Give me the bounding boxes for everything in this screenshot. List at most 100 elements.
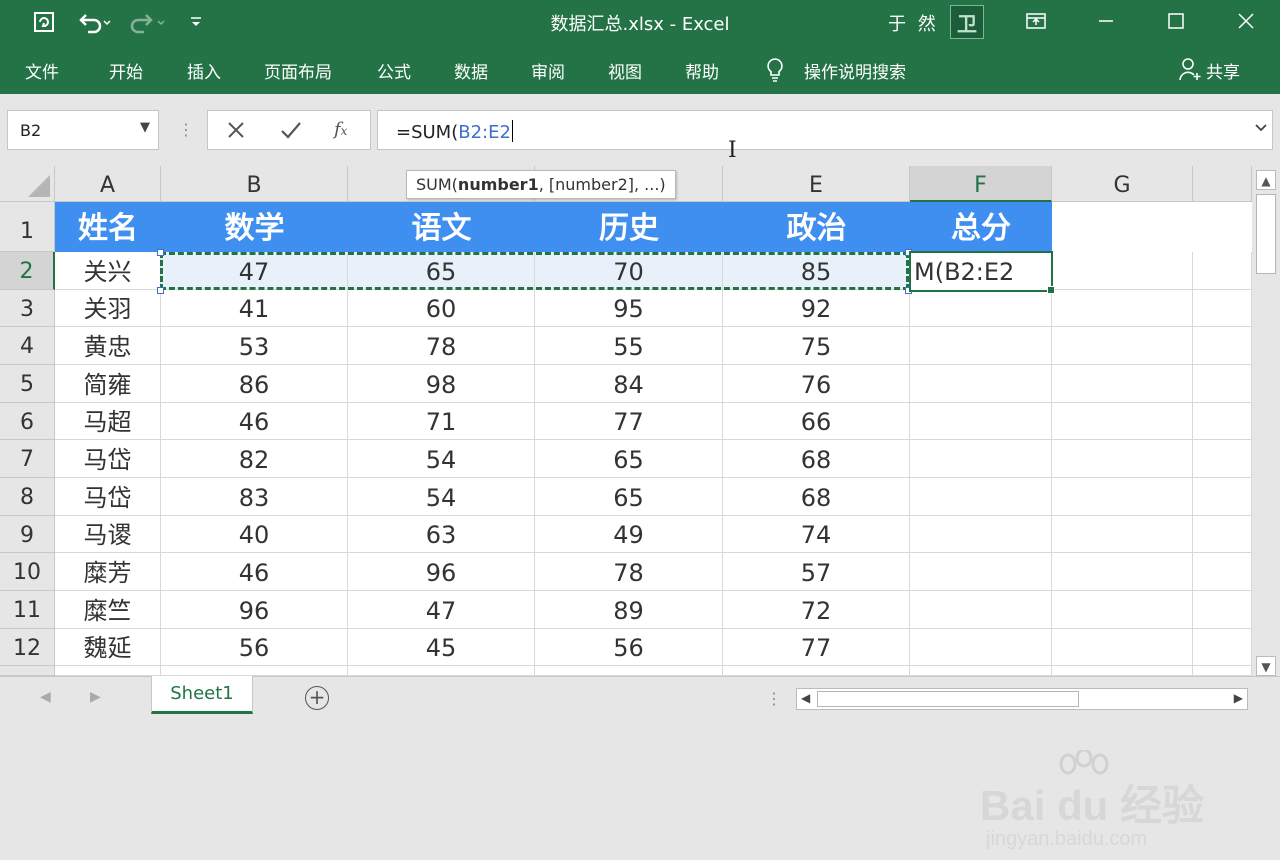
column-header-f[interactable]: F <box>910 166 1052 202</box>
cell-math-row-10[interactable]: 46 <box>161 553 348 591</box>
row-header-1[interactable]: 1 <box>0 202 55 252</box>
cell-history-row-9[interactable]: 49 <box>535 516 723 553</box>
cell-politics-row-7[interactable]: 68 <box>723 440 910 478</box>
row-header-6[interactable]: 6 <box>0 403 55 440</box>
cell-math-row-8[interactable]: 83 <box>161 478 348 516</box>
cell-history-row-2[interactable]: 70 <box>535 252 723 290</box>
cell-math-row-12[interactable]: 56 <box>161 629 348 666</box>
cell-history-row-6[interactable]: 77 <box>535 403 723 440</box>
cell-politics-row-9[interactable]: 74 <box>723 516 910 553</box>
cell-chinese-row-10[interactable]: 96 <box>348 553 535 591</box>
name-box[interactable]: B2 ▼ <box>7 110 159 150</box>
prev-sheet-icon[interactable]: ◀ <box>40 689 51 705</box>
cell-politics-row-5[interactable]: 76 <box>723 365 910 403</box>
cell-name-row-2[interactable]: 关兴 <box>55 252 161 290</box>
insert-function-icon[interactable]: fx <box>334 119 347 140</box>
column-header-a[interactable]: A <box>55 166 161 202</box>
cell-politics-row-8[interactable]: 68 <box>723 478 910 516</box>
tell-me-search[interactable]: 操作说明搜索 <box>804 58 906 83</box>
cell-g-row-10[interactable] <box>1052 553 1193 591</box>
cell-total-row-5[interactable] <box>910 365 1052 403</box>
column-header-b[interactable]: B <box>161 166 348 202</box>
cell-g-row-13[interactable] <box>1052 666 1193 676</box>
cell-math-row-2[interactable]: 47 <box>161 252 348 290</box>
tab-formulas[interactable]: 公式 <box>377 58 411 83</box>
add-sheet-icon[interactable]: + <box>305 686 329 710</box>
tab-review[interactable]: 审阅 <box>531 58 565 83</box>
cell-h-row-6[interactable] <box>1193 403 1252 440</box>
cell-total-row-8[interactable] <box>910 478 1052 516</box>
tab-home[interactable]: 开始 <box>109 58 143 83</box>
cell-chinese-row-4[interactable]: 78 <box>348 327 535 365</box>
cell-h-row-13[interactable] <box>1193 666 1252 676</box>
cell-name-row-12[interactable]: 魏延 <box>55 629 161 666</box>
cell-name-row-4[interactable]: 黄忠 <box>55 327 161 365</box>
header-cell-politics[interactable]: 政治 <box>723 202 910 252</box>
cell-total-row-6[interactable] <box>910 403 1052 440</box>
expand-formula-bar-icon[interactable] <box>1254 121 1268 137</box>
cell-math-row-5[interactable]: 86 <box>161 365 348 403</box>
row-header-2[interactable]: 2 <box>0 252 55 290</box>
cell-math-row-6[interactable]: 46 <box>161 403 348 440</box>
cell-g-row-9[interactable] <box>1052 516 1193 553</box>
undo-icon[interactable] <box>74 8 114 36</box>
scroll-up-icon[interactable]: ▲ <box>1256 170 1276 190</box>
cell-politics-row-12[interactable]: 77 <box>723 629 910 666</box>
row-header-8[interactable]: 8 <box>0 478 55 516</box>
scroll-left-icon[interactable]: ◀ <box>801 691 810 705</box>
cell-h-row-10[interactable] <box>1193 553 1252 591</box>
cell-total-row-11[interactable] <box>910 591 1052 629</box>
cell-chinese-row-7[interactable]: 54 <box>348 440 535 478</box>
select-all-button[interactable] <box>0 166 55 202</box>
cell-h-row-11[interactable] <box>1193 591 1252 629</box>
autosave-icon[interactable] <box>30 8 58 36</box>
fill-handle[interactable] <box>1047 286 1055 294</box>
tab-insert[interactable]: 插入 <box>187 58 221 83</box>
cell-h-row-9[interactable] <box>1193 516 1252 553</box>
cell-total-row-13[interactable] <box>910 666 1052 676</box>
cell-chinese-row-3[interactable]: 60 <box>348 290 535 327</box>
cell-chinese-row-5[interactable]: 98 <box>348 365 535 403</box>
scroll-right-icon[interactable]: ▶ <box>1234 691 1243 705</box>
horizontal-scroll-thumb[interactable] <box>817 691 1079 707</box>
cell-total-row-7[interactable] <box>910 440 1052 478</box>
scroll-down-icon[interactable]: ▼ <box>1256 656 1276 676</box>
cell-total-row-9[interactable] <box>910 516 1052 553</box>
cell-chinese-row-12[interactable]: 45 <box>348 629 535 666</box>
cell-total-row-3[interactable] <box>910 290 1052 327</box>
formula-bar-resize-handle[interactable]: ⋮ <box>178 120 194 139</box>
cell-politics-row-10[interactable]: 57 <box>723 553 910 591</box>
horizontal-scrollbar[interactable]: ◀ ▶ <box>796 688 1248 710</box>
cell-g-row-3[interactable] <box>1052 290 1193 327</box>
row-header-4[interactable]: 4 <box>0 327 55 365</box>
cell-name-row-7[interactable]: 马岱 <box>55 440 161 478</box>
tab-help[interactable]: 帮助 <box>685 58 719 83</box>
cell-math-row-9[interactable]: 40 <box>161 516 348 553</box>
cell-g-row-7[interactable] <box>1052 440 1193 478</box>
cell-history-row-13[interactable] <box>535 666 723 676</box>
cell-chinese-row-11[interactable]: 47 <box>348 591 535 629</box>
ribbon-display-options-icon[interactable] <box>1014 4 1058 38</box>
cell-name-row-10[interactable]: 糜芳 <box>55 553 161 591</box>
formula-input[interactable]: =SUM(B2:E2 <box>377 110 1273 150</box>
share-button[interactable]: 共享 <box>1206 58 1240 83</box>
customize-toolbar-icon[interactable] <box>186 8 206 36</box>
cell-h-row-12[interactable] <box>1193 629 1252 666</box>
cell-total-row-4[interactable] <box>910 327 1052 365</box>
cell-g-row-11[interactable] <box>1052 591 1193 629</box>
header-cell-math[interactable]: 数学 <box>161 202 348 252</box>
vertical-scroll-thumb[interactable] <box>1256 194 1276 274</box>
cell-politics-row-2[interactable]: 85 <box>723 252 910 290</box>
share-icon[interactable] <box>1178 56 1202 87</box>
redo-icon[interactable] <box>128 8 168 36</box>
cell-history-row-4[interactable]: 55 <box>535 327 723 365</box>
cell-name-row-6[interactable]: 马超 <box>55 403 161 440</box>
cell-h-row-4[interactable] <box>1193 327 1252 365</box>
cell-politics-row-6[interactable]: 66 <box>723 403 910 440</box>
cell-history-row-7[interactable]: 65 <box>535 440 723 478</box>
cell-h-row-8[interactable] <box>1193 478 1252 516</box>
row-header-5[interactable]: 5 <box>0 365 55 403</box>
cell-g-row-8[interactable] <box>1052 478 1193 516</box>
cell-math-row-7[interactable]: 82 <box>161 440 348 478</box>
cell-politics-row-13[interactable] <box>723 666 910 676</box>
